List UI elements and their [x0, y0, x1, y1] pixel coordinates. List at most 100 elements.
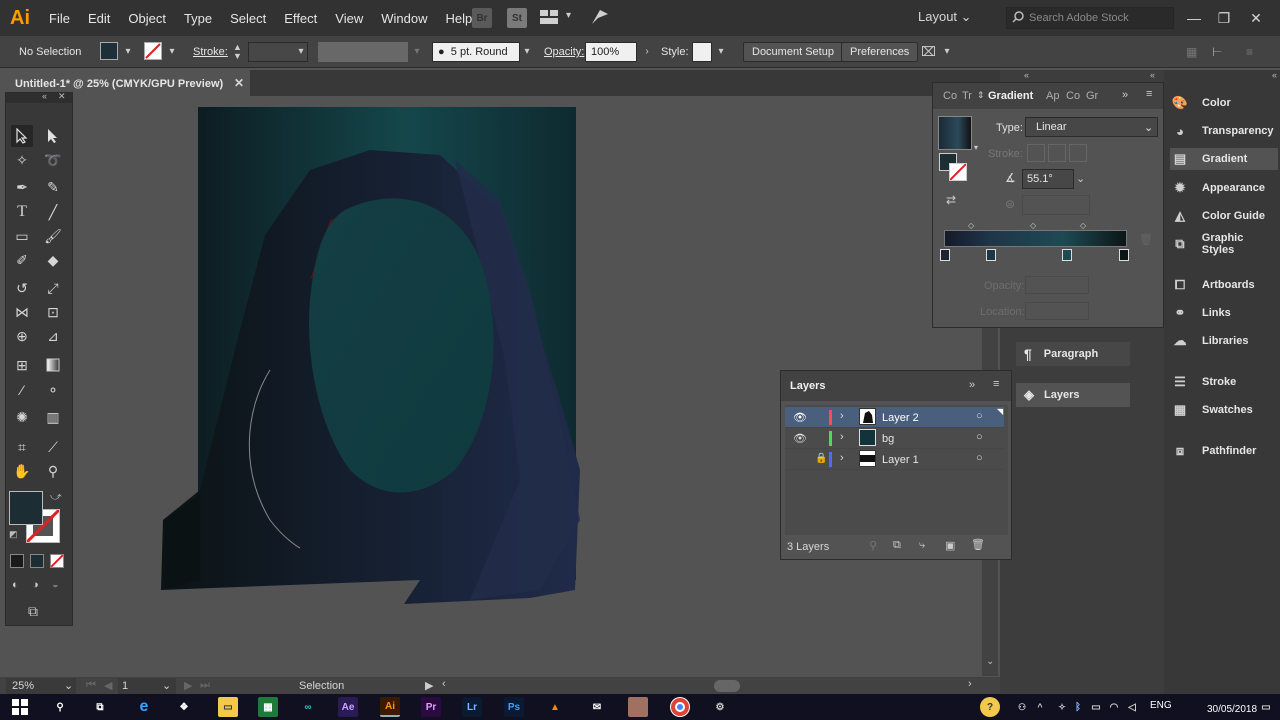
stroke-across-icon[interactable]: [1069, 144, 1087, 162]
eye-icon[interactable]: 👁: [793, 411, 807, 424]
target-icon[interactable]: ○: [976, 410, 983, 422]
stroke-swatch[interactable]: [144, 42, 162, 60]
people-icon[interactable]: ⚇: [1012, 697, 1032, 717]
gradient-tool-icon[interactable]: [42, 354, 64, 376]
scale-tool-icon[interactable]: ⤢: [42, 277, 64, 299]
reverse-gradient-icon[interactable]: ⇄: [946, 193, 956, 207]
dock-color[interactable]: 🎨 Color: [1170, 92, 1278, 114]
chevron-down-icon[interactable]: ▾: [410, 42, 424, 62]
tools-panel-header[interactable]: « ✕: [6, 91, 72, 103]
stroke-stepper[interactable]: ▲ ▼: [233, 43, 242, 61]
menu-effect[interactable]: Effect: [275, 11, 326, 26]
free-transform-icon[interactable]: ⊡: [42, 301, 64, 323]
menu-type[interactable]: Type: [175, 11, 221, 26]
edge-icon[interactable]: e: [134, 697, 154, 717]
trash-icon[interactable]: 🗑: [971, 538, 985, 551]
midpoint-diamond[interactable]: ◇: [1080, 221, 1086, 230]
gradient-mode-icon[interactable]: [30, 554, 44, 568]
battery-icon[interactable]: ▭: [1086, 697, 1106, 717]
eyedropper-icon[interactable]: ⁄: [11, 379, 33, 401]
delete-stop-icon[interactable]: 🗑: [1139, 233, 1153, 246]
target-icon[interactable]: ○: [976, 452, 983, 464]
rectangle-tool-icon[interactable]: ▭: [11, 225, 33, 247]
misc-app-icon[interactable]: ⚙: [710, 697, 730, 717]
collapse-icon[interactable]: «: [42, 91, 47, 101]
layer-row[interactable]: 👁 › Layer 2 ○ ◥: [785, 407, 1004, 428]
locate-object-icon[interactable]: ⚲: [869, 539, 877, 552]
document-setup-button[interactable]: Document Setup: [743, 42, 843, 62]
status-menu-icon[interactable]: ▶: [425, 679, 433, 692]
chevron-right-icon[interactable]: ›: [840, 431, 844, 443]
previous-artboard-icon[interactable]: ◀: [104, 679, 112, 692]
artboard-tool-icon[interactable]: ⌗: [11, 436, 33, 458]
paintbrush-icon[interactable]: 🖌: [42, 225, 64, 247]
layer-name[interactable]: Layer 2: [882, 412, 919, 424]
layer-row[interactable]: 👁 › bg ○: [785, 428, 1004, 449]
stop-location-field[interactable]: [1025, 302, 1089, 320]
transform-icon[interactable]: ⊢: [1212, 45, 1222, 59]
chevron-down-icon[interactable]: ▾: [520, 42, 534, 62]
language-indicator[interactable]: ENG: [1150, 700, 1172, 711]
color-stop[interactable]: [1119, 249, 1129, 261]
chevron-down-icon[interactable]: ▾: [121, 42, 135, 62]
hand-tool-icon[interactable]: ✋: [11, 460, 33, 482]
gradient-slider[interactable]: [944, 230, 1127, 247]
tab-graphic-styles[interactable]: Gr: [1086, 90, 1098, 102]
search-icon[interactable]: ⚲: [50, 697, 70, 717]
dock-transparency[interactable]: ◕ Transparency: [1170, 120, 1278, 142]
graphic-style-swatch[interactable]: [692, 42, 712, 62]
minimize-icon[interactable]: —: [1180, 4, 1208, 32]
pen-tool-icon[interactable]: ✒: [11, 176, 33, 198]
target-icon[interactable]: ○: [976, 431, 983, 443]
dock-appearance[interactable]: ✹ Appearance: [1170, 177, 1278, 199]
fill-swatch[interactable]: [100, 42, 118, 60]
chevron-down-icon[interactable]: ▾: [165, 42, 179, 62]
illustrator-taskbar-icon[interactable]: Ai: [380, 697, 400, 717]
expand-icon[interactable]: «: [1024, 70, 1029, 80]
chevron-down-icon[interactable]: ▾: [714, 42, 728, 62]
zoom-select[interactable]: 25% ⌄: [6, 678, 76, 694]
dock-libraries[interactable]: ☁ Libraries: [1170, 330, 1278, 352]
shaper-tool-icon[interactable]: ✐: [11, 249, 33, 271]
menu-edit[interactable]: Edit: [79, 11, 119, 26]
chevron-down-icon[interactable]: ▾: [566, 10, 571, 21]
scroll-right-icon[interactable]: ›: [968, 678, 972, 690]
screen-mode-icon[interactable]: ⧉: [28, 603, 38, 620]
gpu-performance-icon[interactable]: [590, 8, 610, 26]
lasso-icon[interactable]: ➰: [42, 149, 64, 171]
variable-width-profile[interactable]: [318, 42, 408, 62]
swap-colors-icon[interactable]: ⤻: [50, 491, 62, 504]
workspace-switcher[interactable]: Layout ⌄: [918, 9, 972, 25]
after-effects-icon[interactable]: Ae: [338, 697, 358, 717]
graph-tool-icon[interactable]: ▥: [42, 406, 64, 428]
arrange-documents-icon[interactable]: [540, 10, 558, 24]
chevron-down-icon[interactable]: ▾: [294, 42, 308, 62]
zoom-tool-icon[interactable]: ⚲: [42, 460, 64, 482]
width-tool-icon[interactable]: ⋈: [11, 301, 33, 323]
stock-button[interactable]: St: [507, 8, 527, 28]
midpoint-diamond[interactable]: ◇: [968, 221, 974, 230]
curvature-tool-icon[interactable]: ✎: [42, 176, 64, 198]
default-colors-icon[interactable]: ◩: [9, 529, 18, 540]
magic-wand-icon[interactable]: ✧: [11, 149, 33, 171]
close-icon[interactable]: ✕: [1242, 4, 1270, 32]
brush-definition[interactable]: ● 5 pt. Round: [432, 42, 520, 62]
blend-tool-icon[interactable]: ⚬: [42, 379, 64, 401]
dock-links[interactable]: ⚭ Links: [1170, 302, 1278, 324]
restore-icon[interactable]: ❐: [1210, 4, 1238, 32]
photoshop-icon[interactable]: Ps: [504, 697, 524, 717]
close-icon[interactable]: ✕: [234, 76, 244, 90]
dock-artboards[interactable]: ⧠ Artboards: [1170, 274, 1278, 296]
arduino-icon[interactable]: ∞: [298, 697, 318, 717]
mail-icon[interactable]: ✉: [587, 697, 607, 717]
vlc-icon[interactable]: ▲: [545, 697, 565, 717]
chevron-down-icon[interactable]: ⌄: [1076, 169, 1090, 189]
tab-color-guide[interactable]: Co: [1066, 90, 1080, 102]
gradient-type-select[interactable]: Linear ⌄: [1025, 117, 1158, 137]
stroke-along-icon[interactable]: [1048, 144, 1066, 162]
opacity-label[interactable]: Opacity:: [544, 46, 584, 58]
tab-color[interactable]: Co: [943, 90, 957, 102]
artboard-select[interactable]: 1 ⌄: [118, 678, 176, 694]
close-icon[interactable]: ✕: [58, 91, 66, 102]
layer-row[interactable]: 🔒 › Layer 1 ○: [785, 449, 1004, 470]
